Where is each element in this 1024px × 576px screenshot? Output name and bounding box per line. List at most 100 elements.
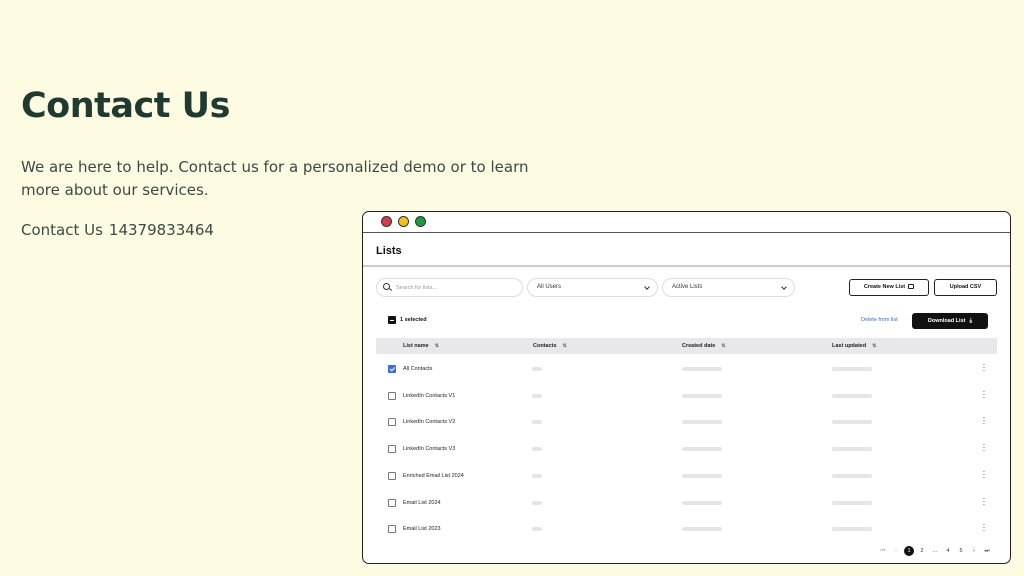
minimize-window-icon[interactable] — [398, 216, 409, 227]
maximize-window-icon[interactable] — [415, 216, 426, 227]
created-date-placeholder — [682, 367, 722, 371]
row-list-name[interactable]: Email List 2023 — [403, 526, 441, 532]
more-options-icon[interactable]: · · · — [982, 441, 986, 455]
contact-phone[interactable]: 14379833464 — [109, 221, 214, 239]
column-label: Created date — [682, 343, 716, 349]
contacts-placeholder — [532, 527, 542, 532]
lists-toolbar: All Users Active Lists Create New List U… — [376, 278, 997, 298]
contacts-placeholder — [532, 447, 542, 452]
sort-icon[interactable]: ⇅ — [721, 343, 725, 349]
search-icon — [383, 283, 390, 290]
prev-page-icon[interactable]: ‹ — [891, 546, 901, 556]
contacts-placeholder — [532, 500, 542, 505]
last-updated-placeholder — [832, 447, 872, 452]
page-title: Contact Us — [21, 86, 230, 126]
next-page-icon[interactable]: › — [969, 546, 979, 556]
more-options-icon[interactable]: · · · — [982, 414, 986, 428]
created-date-placeholder — [682, 447, 722, 452]
created-date-placeholder — [682, 500, 722, 505]
row-checkbox[interactable] — [388, 498, 396, 507]
row-checkbox[interactable] — [388, 391, 396, 400]
more-options-icon[interactable]: · · · — [982, 387, 986, 401]
create-new-list-label: Create New List — [863, 284, 906, 290]
last-page-icon[interactable]: ⏭ — [982, 546, 992, 556]
sort-icon[interactable]: ⇅ — [872, 343, 876, 349]
search-box[interactable] — [376, 278, 523, 297]
created-date-placeholder — [682, 393, 722, 398]
column-header-contacts[interactable]: Contacts ⇅ — [533, 343, 567, 349]
download-list-label: Download List — [927, 318, 966, 324]
sort-icon[interactable]: ⇅ — [563, 343, 567, 349]
create-new-list-button[interactable]: Create New List — [849, 279, 929, 296]
contacts-placeholder — [532, 367, 542, 371]
selected-count: 1 selected — [400, 317, 427, 323]
row-checkbox[interactable] — [388, 525, 396, 534]
page-description: We are here to help. Contact us for a pe… — [21, 158, 529, 199]
row-checkbox[interactable] — [388, 445, 396, 454]
users-select-value: All Users — [537, 284, 562, 290]
more-options-icon[interactable]: · · · — [982, 467, 986, 481]
row-list-name[interactable]: LinkedIn Contacts V2 — [403, 419, 455, 425]
row-list-name[interactable]: All Contacts — [403, 366, 432, 372]
page-button[interactable]: 4 — [943, 546, 953, 556]
download-list-button[interactable]: Download List ⤓ — [912, 313, 988, 329]
delete-from-list-link[interactable]: Delete from list — [861, 317, 898, 323]
table-row[interactable]: Enriched Email List 2024 · · · — [376, 463, 997, 489]
row-list-name[interactable]: LinkedIn Contacts V3 — [403, 446, 455, 452]
chevron-down-icon — [781, 284, 787, 290]
created-date-placeholder — [682, 420, 722, 425]
sort-icon[interactable]: ⇅ — [435, 343, 439, 349]
deselect-all-checkbox[interactable] — [388, 316, 396, 324]
table-row[interactable]: LinkedIn Contacts V2 · · · — [376, 409, 997, 435]
last-updated-placeholder — [832, 393, 872, 398]
row-checkbox[interactable] — [388, 365, 396, 373]
page-button[interactable]: 5 — [956, 546, 966, 556]
table-row[interactable]: Email List 2023 · · · — [376, 516, 997, 542]
last-updated-placeholder — [832, 420, 872, 425]
last-updated-placeholder — [832, 367, 872, 371]
users-select[interactable]: All Users — [527, 278, 658, 297]
row-checkbox[interactable] — [388, 418, 396, 427]
row-checkbox[interactable] — [388, 471, 396, 480]
more-options-icon[interactable]: · · · — [982, 494, 986, 508]
more-options-icon[interactable]: · · · — [982, 361, 986, 375]
page-button[interactable]: 1 — [904, 546, 914, 556]
app-window: Lists All Users Active Lists Create New … — [362, 211, 1011, 564]
created-date-placeholder — [682, 527, 722, 532]
row-list-name[interactable]: Email List 2024 — [403, 500, 441, 506]
last-updated-placeholder — [832, 473, 872, 478]
pagination: ⏮ ‹ 1 2... 4 5 › ⏭ — [878, 546, 993, 556]
contact-line: Contact Us 14379833464 — [21, 221, 220, 239]
column-header-list-name[interactable]: List name ⇅ — [403, 343, 439, 349]
first-page-icon[interactable]: ⏮ — [878, 546, 888, 556]
column-label: Last updated — [832, 343, 867, 349]
table-row[interactable]: All Contacts · · · — [376, 356, 997, 382]
search-input[interactable] — [396, 282, 516, 294]
selection-bar: 1 selected Delete from list Download Lis… — [376, 313, 997, 329]
created-date-placeholder — [682, 473, 722, 478]
table-row[interactable]: Email List 2024 · · · — [376, 490, 997, 516]
table-row[interactable]: LinkedIn Contacts V3 · · · — [376, 436, 997, 462]
status-select-value: Active Lists — [672, 284, 703, 290]
column-label: Contacts — [533, 343, 557, 349]
window-titlebar — [363, 212, 1010, 233]
table-header: List name ⇅ Contacts ⇅ Created date ⇅ Last … — [376, 338, 997, 354]
lists-title: Lists — [376, 245, 402, 257]
last-updated-placeholder — [832, 500, 872, 505]
row-list-name[interactable]: LinkedIn Contacts V1 — [403, 393, 455, 399]
more-options-icon[interactable]: · · · — [982, 521, 986, 535]
contacts-placeholder — [532, 420, 542, 425]
table-row[interactable]: LinkedIn Contacts V1 · · · — [376, 383, 997, 409]
page-button[interactable]: 2 — [917, 546, 927, 556]
column-label: List name — [403, 343, 429, 349]
status-select[interactable]: Active Lists — [662, 278, 795, 297]
row-list-name[interactable]: Enriched Email List 2024 — [403, 473, 464, 479]
column-header-last-updated[interactable]: Last updated ⇅ — [832, 343, 876, 349]
chevron-down-icon — [644, 284, 650, 290]
column-header-created-date[interactable]: Created date ⇅ — [682, 343, 726, 349]
contacts-placeholder — [532, 473, 542, 478]
upload-csv-button[interactable]: Upload CSV — [934, 279, 997, 296]
pagination-ellipsis: ... — [932, 548, 938, 554]
close-window-icon[interactable] — [381, 216, 392, 227]
contacts-placeholder — [532, 393, 542, 398]
